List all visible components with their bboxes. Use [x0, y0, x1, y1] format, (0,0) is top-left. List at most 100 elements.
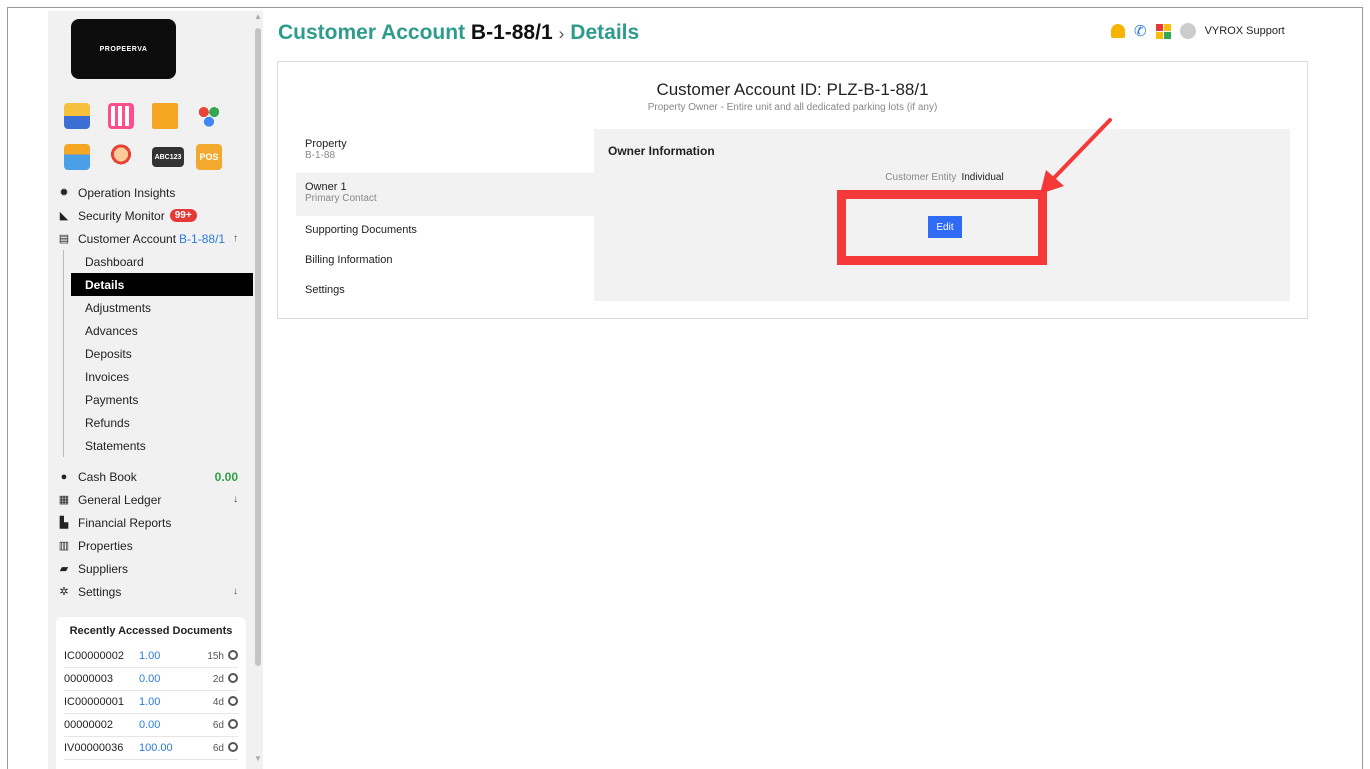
sidebar-item-payments[interactable]: Payments	[64, 388, 250, 411]
apps-icon[interactable]	[196, 103, 222, 129]
report-file-icon: ▙	[59, 517, 69, 529]
page-title: Customer Account B-1-88/1 › Details	[278, 21, 639, 45]
bell-icon[interactable]	[1111, 24, 1125, 38]
expand-arrow-icon[interactable]: ↓	[233, 494, 238, 505]
annotation-highlight-box	[837, 190, 1047, 265]
sidebar-item-label: General Ledger	[78, 492, 162, 507]
list-item[interactable]: IC00000001 1.00 4d	[64, 691, 238, 714]
sidebar-item-customer-account[interactable]: ▤ Customer Account B-1-88/1 ↑	[56, 227, 250, 250]
tab-supporting-documents[interactable]: Supporting Documents	[296, 216, 594, 246]
document-amount: 1.00	[139, 696, 161, 708]
id-card-icon[interactable]	[64, 103, 90, 129]
customer-entity-row: Customer Entity Individual	[594, 172, 1290, 183]
document-age: 6d	[212, 743, 224, 754]
sidebar-item-label: Suppliers	[78, 561, 129, 576]
dollar-coin-icon: ●	[60, 470, 68, 483]
tab-owner-1[interactable]: Owner 1 Primary Contact	[296, 173, 594, 216]
document-number: 00000003	[64, 673, 113, 685]
sidebar-nav: ✹ Operation Insights ◣ Security Monitor …	[56, 181, 256, 603]
document-amount: 0.00	[139, 719, 161, 731]
sidebar-item-label: Financial Reports	[78, 515, 172, 530]
sidebar-item-general-ledger[interactable]: ▦ General Ledger ↓	[56, 488, 250, 511]
document-number: IC00000001	[64, 696, 124, 708]
recent-documents-title: Recently Accessed Documents	[69, 625, 233, 637]
collapse-arrow-icon[interactable]: ↑	[233, 233, 238, 244]
calculator-icon: ▦	[58, 494, 70, 506]
scroll-up-icon[interactable]: ▲	[254, 12, 262, 21]
document-age: 2d	[212, 674, 224, 685]
gear-icon: ✲	[59, 586, 69, 598]
document-number: IV00000036	[64, 742, 124, 754]
face-id-icon[interactable]	[108, 144, 134, 170]
sidebar-item-label: Security Monitor	[78, 208, 165, 223]
sidebar-item-dashboard[interactable]: Dashboard	[64, 250, 250, 273]
document-amount: 0.00	[139, 673, 161, 685]
document-number: IC00000002	[64, 650, 124, 662]
calendar-icon[interactable]	[108, 103, 134, 129]
cash-book-balance: 0.00	[214, 469, 238, 484]
app-launcher: ABC123 POS	[64, 103, 240, 170]
tab-property[interactable]: Property B-1-88	[296, 130, 594, 173]
clock-icon	[228, 650, 238, 660]
customer-account-id: B-1-88/1	[179, 231, 226, 246]
breadcrumb-separator: ›	[558, 24, 565, 43]
list-item[interactable]: 00000003 0.00 2d	[64, 668, 238, 691]
customer-account-submenu: Dashboard Details Adjustments Advances D…	[63, 250, 256, 457]
clock-icon	[228, 696, 238, 706]
sidebar-item-deposits[interactable]: Deposits	[64, 342, 250, 365]
list-item[interactable]: IV00000036 100.00 6d	[64, 737, 238, 760]
sidebar-item-label: Settings	[78, 584, 122, 599]
key-card-icon[interactable]	[64, 144, 90, 170]
sidebar-item-operation-insights[interactable]: ✹ Operation Insights	[56, 181, 250, 204]
customer-entity-label: Customer Entity	[885, 172, 957, 183]
sidebar-item-financial-reports[interactable]: ▙ Financial Reports	[56, 511, 250, 534]
sidebar-item-refunds[interactable]: Refunds	[64, 411, 250, 434]
document-age: 15h	[207, 651, 224, 662]
sidebar-item-settings[interactable]: ✲ Settings ↓	[56, 580, 250, 603]
card-title: Customer Account ID: PLZ-B-1-88/1	[656, 80, 929, 99]
annotation-arrow-icon	[1040, 118, 1112, 194]
avatar[interactable]	[1179, 23, 1196, 39]
list-item[interactable]: IC00000002 1.00 15h	[64, 645, 238, 668]
pos-icon[interactable]: POS	[196, 144, 222, 170]
building-icon: ▥	[58, 540, 70, 552]
header-toolbar: ✆ VYROX Support	[1111, 22, 1285, 40]
add-app-icon[interactable]	[1155, 23, 1171, 39]
sidebar-item-label: Properties	[78, 538, 133, 553]
sidebar-item-security-monitor[interactable]: ◣ Security Monitor 99+	[56, 204, 250, 227]
sidebar-item-suppliers[interactable]: ▰ Suppliers	[56, 557, 250, 580]
scroll-down-icon[interactable]: ▼	[254, 754, 262, 763]
sidebar-item-advances[interactable]: Advances	[64, 319, 250, 342]
logo[interactable]: PROPEERVA	[71, 19, 176, 79]
truck-icon: ▰	[59, 563, 69, 575]
panel-title: Owner Information	[608, 144, 715, 158]
sidebar-item-properties[interactable]: ▥ Properties	[56, 534, 250, 557]
sidebar-item-statements[interactable]: Statements	[64, 434, 250, 457]
sidebar-item-label: Cash Book	[78, 469, 137, 484]
abc123-icon[interactable]: ABC123	[152, 147, 184, 167]
clock-icon	[228, 719, 238, 729]
document-number: 00000002	[64, 719, 113, 731]
document-age: 4d	[212, 697, 224, 708]
security-alert-badge: 99+	[169, 209, 197, 222]
sidebar-item-adjustments[interactable]: Adjustments	[64, 296, 250, 319]
account-details-card: Customer Account ID: PLZ-B-1-88/1 Proper…	[277, 61, 1308, 319]
recent-documents-panel: Recently Accessed Documents IC00000002 1…	[56, 617, 246, 769]
sidebar-item-label: Customer Account	[78, 231, 177, 246]
user-name[interactable]: VYROX Support	[1205, 25, 1285, 37]
sidebar-item-details[interactable]: Details	[71, 273, 256, 296]
tab-billing-information[interactable]: Billing Information	[296, 246, 594, 276]
clock-icon	[228, 742, 238, 752]
list-item[interactable]: 00000002 0.00 6d	[64, 714, 238, 737]
phone-icon[interactable]: ✆	[1134, 22, 1147, 40]
breadcrumb-account[interactable]: Customer Account B-1-88/1	[278, 21, 553, 44]
bank-icon[interactable]	[152, 103, 178, 129]
sidebar-item-invoices[interactable]: Invoices	[64, 365, 250, 388]
tab-settings[interactable]: Settings	[296, 276, 594, 306]
sidebar-item-cash-book[interactable]: ● Cash Book 0.00	[56, 465, 250, 488]
customer-entity-value: Individual	[961, 172, 1004, 183]
lightbulb-icon: ✹	[59, 187, 69, 199]
expand-arrow-icon[interactable]: ↓	[233, 586, 238, 597]
detail-tabs: Property B-1-88 Owner 1 Primary Contact …	[296, 130, 594, 306]
sidebar-scrollbar-thumb[interactable]	[255, 28, 261, 666]
